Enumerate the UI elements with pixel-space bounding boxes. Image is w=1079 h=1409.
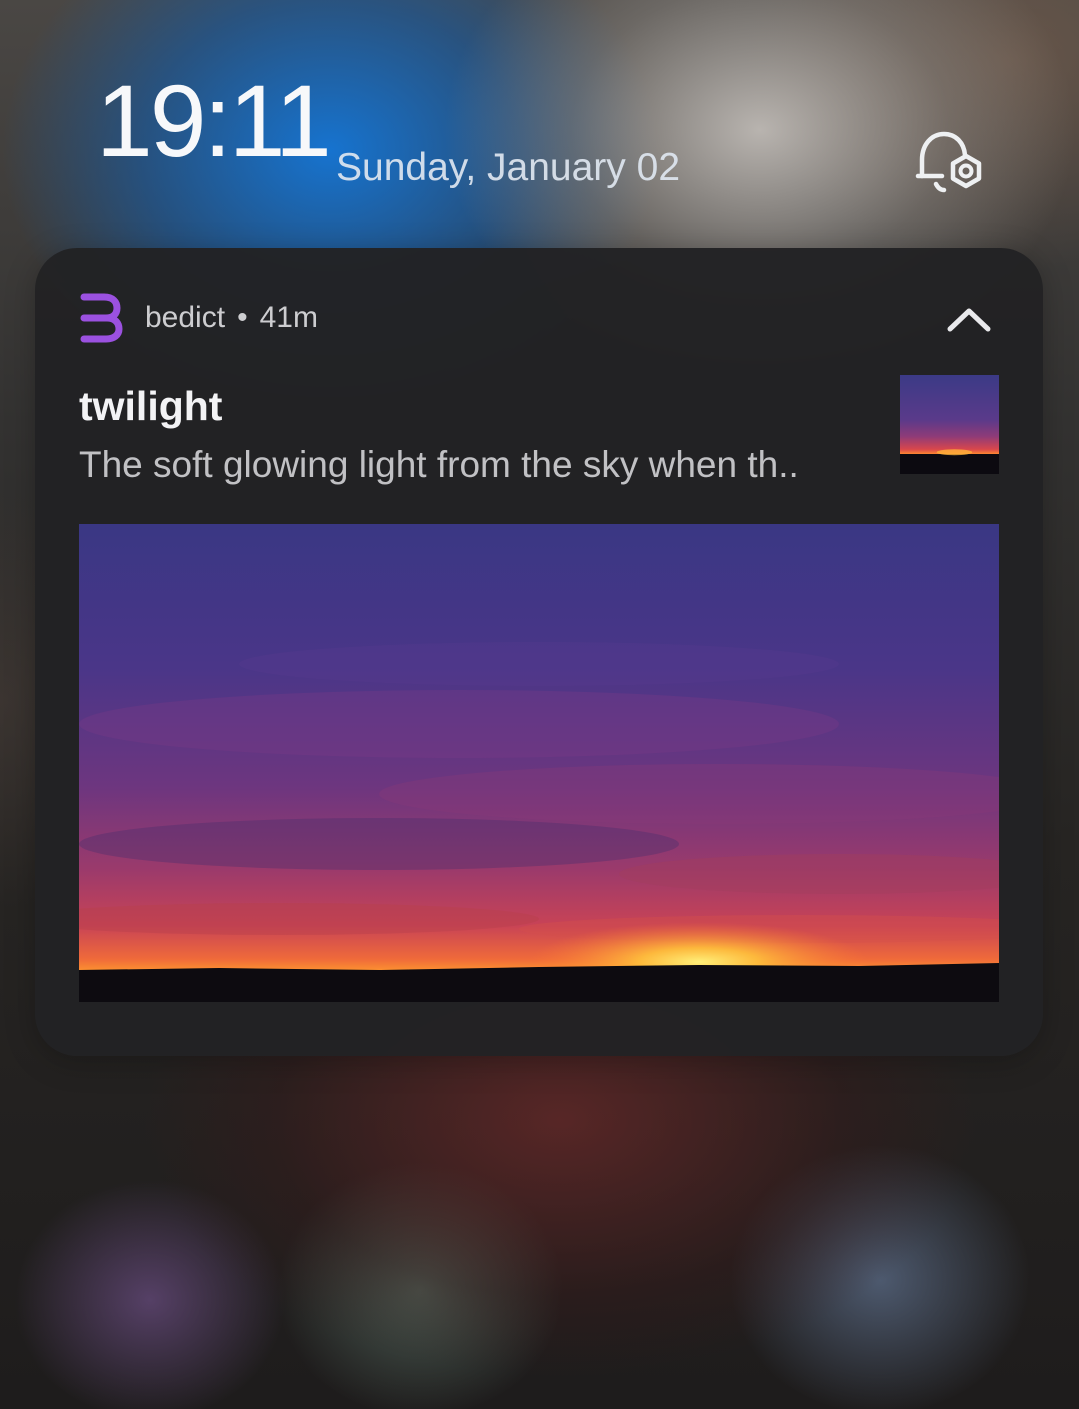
- notification-card[interactable]: bedict • 41m twilight The soft glowing lig…: [35, 248, 1043, 1056]
- header-separator: •: [237, 301, 248, 334]
- notification-header: bedict • 41m: [145, 300, 318, 336]
- app-name: bedict: [145, 301, 226, 334]
- notification-body: The soft glowing light from the sky when…: [79, 444, 799, 485]
- chevron-up-icon: [941, 308, 997, 342]
- lockscreen-clock: 19:11: [96, 64, 332, 178]
- notification-image: [79, 524, 999, 1002]
- bedict-logo-icon: [79, 292, 123, 344]
- collapse-button[interactable]: [941, 298, 997, 338]
- notification-title: twilight: [79, 383, 223, 429]
- notification-age: 41m: [259, 301, 318, 334]
- notification-thumbnail: [900, 375, 999, 474]
- lockscreen-date: Sunday, January 02: [336, 146, 681, 189]
- bell-gear-icon[interactable]: [910, 126, 990, 198]
